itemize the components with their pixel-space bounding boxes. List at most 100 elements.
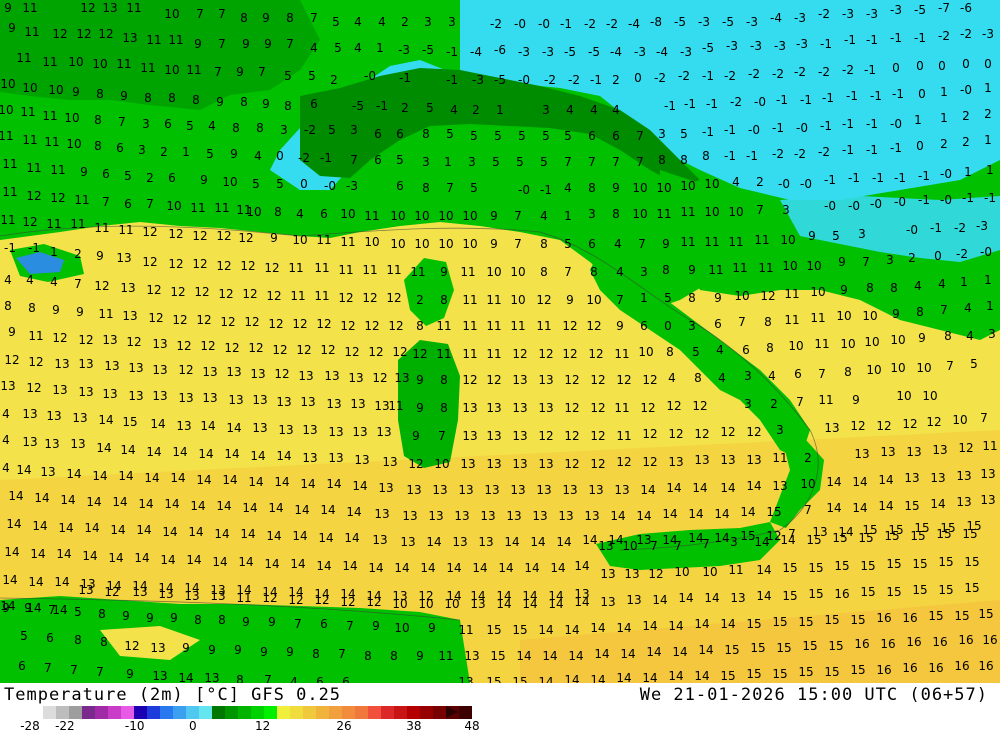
temperature-label: 14 [616,671,631,683]
temperature-label: 6 [320,617,328,631]
temperature-label: 5 [74,605,82,619]
temperature-label: 16 [834,587,849,601]
temperature-label: 13 [512,429,527,443]
temperature-label: 10 [586,293,601,307]
temperature-label: 12 [616,455,631,469]
temperature-label: 6 [396,127,404,141]
temperature-label: 10 [864,335,879,349]
temperature-label: 0 [634,71,642,85]
temperature-label: 11 [364,209,379,223]
temperature-label: -2 [490,17,502,31]
temperature-label: 11 [436,347,451,361]
temperature-label: 14 [694,617,709,631]
temperature-label: -1 [376,99,388,113]
temperature-label: -3 [982,27,994,41]
temperature-label: 9 [170,611,178,625]
temperature-label: 10 [0,103,14,117]
temperature-label: 14 [352,479,367,493]
temperature-label: 11 [728,235,743,249]
temperature-label: 7 [346,619,354,633]
temperature-label: 13 [458,483,473,497]
temperature-label: 2 [804,451,812,465]
temperature-label: 5 [206,147,214,161]
temperature-label: -0 [324,179,336,193]
temperature-label: -5 [352,99,364,113]
temperature-label: 14 [216,499,231,513]
temperature-label: 14 [2,573,17,587]
colorbar-swatch [56,706,69,719]
temperature-label: -3 [698,15,710,29]
temperature-label: 15 [512,675,527,683]
temperature-label: 14 [172,445,187,459]
temperature-label: 13 [204,671,219,683]
temperature-label: 11 [362,263,377,277]
temperature-label: 9 [120,89,128,103]
temperature-label: 5 [446,127,454,141]
temperature-label: 10 [462,237,477,251]
temperature-label: 13 [40,465,55,479]
temperature-label: 4 [732,175,740,189]
temperature-label: 11 [338,263,353,277]
temperature-label: 10 [840,337,855,351]
temperature-label: 14 [248,475,263,489]
temperature-label: 12 [392,345,407,359]
colorbar-swatch [433,706,446,719]
temperature-label: 2 [756,175,764,189]
temperature-label: 8 [694,371,702,385]
temperature-label: 5 [470,129,478,143]
temperature-label: 6 [310,97,318,111]
temperature-label: 10 [806,259,821,273]
temperature-label: 13 [44,437,59,451]
temperature-label: 14 [646,645,661,659]
temperature-label: -1 [820,119,832,133]
temperature-label: 12 [564,457,579,471]
colorbar-tick-label: 26 [336,719,352,733]
temperature-label: 7 [264,673,272,683]
temperature-label: 3 [886,253,894,267]
temperature-label: 15 [746,617,761,631]
temperature-label: 4 [354,41,362,55]
temperature-label: -1 [846,89,858,103]
temperature-label: -0 [800,177,812,191]
temperature-label: -0 [960,83,972,97]
temperature-label: 14 [316,559,331,573]
temperature-label: 7 [118,115,126,129]
temperature-label: 2 [612,73,620,87]
temperature-label: 13 [228,393,243,407]
temperature-label: 11 [70,217,85,231]
temperature-label: 9 [840,283,848,297]
temperature-label: 12 [218,287,233,301]
temperature-label: 12 [388,319,403,333]
temperature-label: 12 [876,419,891,433]
temperature-label: 6 [714,317,722,331]
temperature-label: 15 [912,557,927,571]
temperature-label: 5 [970,357,978,371]
temperature-label: -2 [606,17,618,31]
temperature-label: 12 [146,283,161,297]
temperature-label: 4 [26,273,34,287]
temperature-label: 8 [240,95,248,109]
temperature-label: 11 [2,157,17,171]
temperature-label: 10 [510,265,525,279]
colorbar [30,706,472,719]
temperature-label: 12 [52,27,67,41]
temperature-label: 9 [490,237,498,251]
temperature-label: 14 [66,467,81,481]
temperature-label: 0 [984,57,992,71]
temperature-label: 12 [50,191,65,205]
colorbar-swatch [134,706,147,719]
temperature-label: 13 [668,455,683,469]
temperature-label: 14 [672,645,687,659]
temperature-label: 14 [344,531,359,545]
temperature-label: 16 [854,637,869,651]
colorbar-swatch [69,706,82,719]
temperature-label: 8 [286,11,294,25]
temperature-label: 4 [614,237,622,251]
temperature-label: 13 [298,369,313,383]
temperature-label: 15 [740,529,755,543]
temperature-label: 10 [438,209,453,223]
temperature-label: 1 [984,273,992,287]
temperature-label: 5 [564,129,572,143]
temperature-label: 4 [354,15,362,29]
temperature-label: -1 [800,93,812,107]
